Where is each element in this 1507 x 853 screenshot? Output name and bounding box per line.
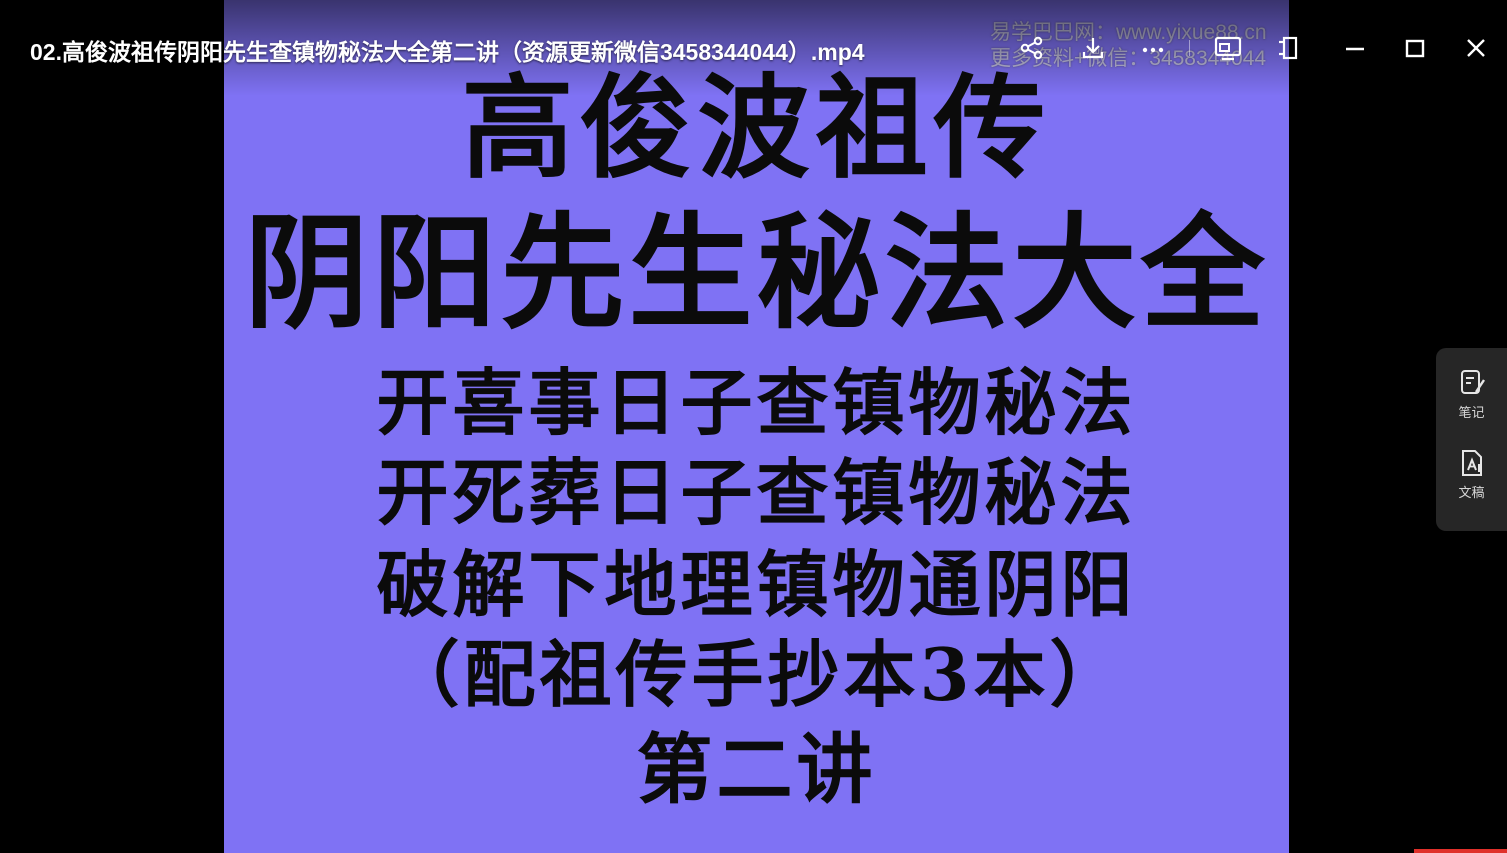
progress-indicator: [1414, 849, 1507, 853]
toolbar-separator: [1189, 40, 1190, 56]
cast-button[interactable]: [1208, 28, 1248, 68]
window-title: 02.高俊波祖传阴阳先生查镇物秘法大全第二讲（资源更新微信3458344044）…: [30, 39, 865, 65]
pin-window-button[interactable]: [1270, 28, 1310, 68]
close-button[interactable]: [1456, 28, 1496, 68]
download-icon: [1082, 38, 1104, 59]
side-tool-panel: 笔记 文稿: [1436, 348, 1507, 531]
minimize-button[interactable]: [1335, 28, 1375, 68]
maximize-button[interactable]: [1395, 28, 1435, 68]
video-player[interactable]: 高俊波祖传 阴阳先生秘法大全 开喜事日子查镇物秘法 开死葬日子查镇物秘法 破解下…: [0, 0, 1507, 853]
share-icon: [1020, 36, 1043, 60]
slide-title-line-2: 阴阳先生秘法大全: [244, 201, 1269, 346]
slide-subtitle-line-2: 开死葬日子查镇物秘法: [376, 450, 1137, 535]
pin-icon: [1279, 36, 1298, 60]
notes-label: 笔记: [1458, 405, 1485, 420]
video-frame[interactable]: 高俊波祖传 阴阳先生秘法大全 开喜事日子查镇物秘法 开死葬日子查镇物秘法 破解下…: [224, 0, 1289, 853]
notes-button[interactable]: 笔记: [1436, 368, 1507, 438]
slide-lecture-number: 第二讲: [636, 725, 877, 814]
transcript-icon: [1461, 450, 1482, 476]
cast-icon: [1214, 36, 1242, 61]
download-button[interactable]: [1073, 28, 1113, 68]
maximize-icon: [1405, 39, 1425, 58]
close-icon: [1467, 39, 1485, 57]
minimize-icon: [1346, 47, 1364, 51]
share-button[interactable]: [1012, 28, 1052, 68]
transcript-label: 文稿: [1458, 485, 1485, 500]
slide-subtitle-line-4: （配祖传手抄本3本）: [387, 632, 1126, 717]
transcript-button[interactable]: 文稿: [1436, 448, 1507, 518]
more-icon: [1142, 47, 1164, 53]
note-edit-icon: [1460, 370, 1485, 394]
title-bar: 02.高俊波祖传阴阳先生查镇物秘法大全第二讲（资源更新微信3458344044）…: [0, 0, 1507, 96]
more-button[interactable]: [1133, 28, 1173, 68]
